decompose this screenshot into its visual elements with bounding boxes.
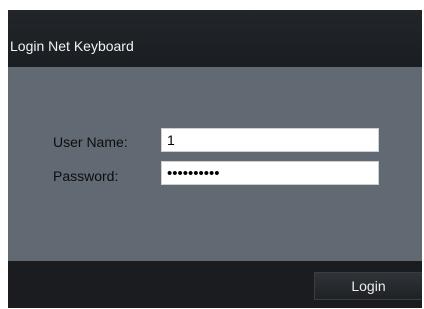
password-input[interactable] <box>161 161 379 185</box>
dialog-footer: Login <box>8 261 422 308</box>
dialog-title: Login Net Keyboard <box>10 38 134 54</box>
username-label: User Name: <box>53 134 128 150</box>
login-dialog: Login Net Keyboard User Name: Password: … <box>8 10 422 308</box>
title-bar[interactable]: Login Net Keyboard <box>8 10 422 67</box>
login-form-panel: User Name: Password: <box>8 67 422 261</box>
login-button[interactable]: Login <box>314 272 422 300</box>
username-input[interactable] <box>161 128 379 152</box>
password-label: Password: <box>53 168 119 184</box>
